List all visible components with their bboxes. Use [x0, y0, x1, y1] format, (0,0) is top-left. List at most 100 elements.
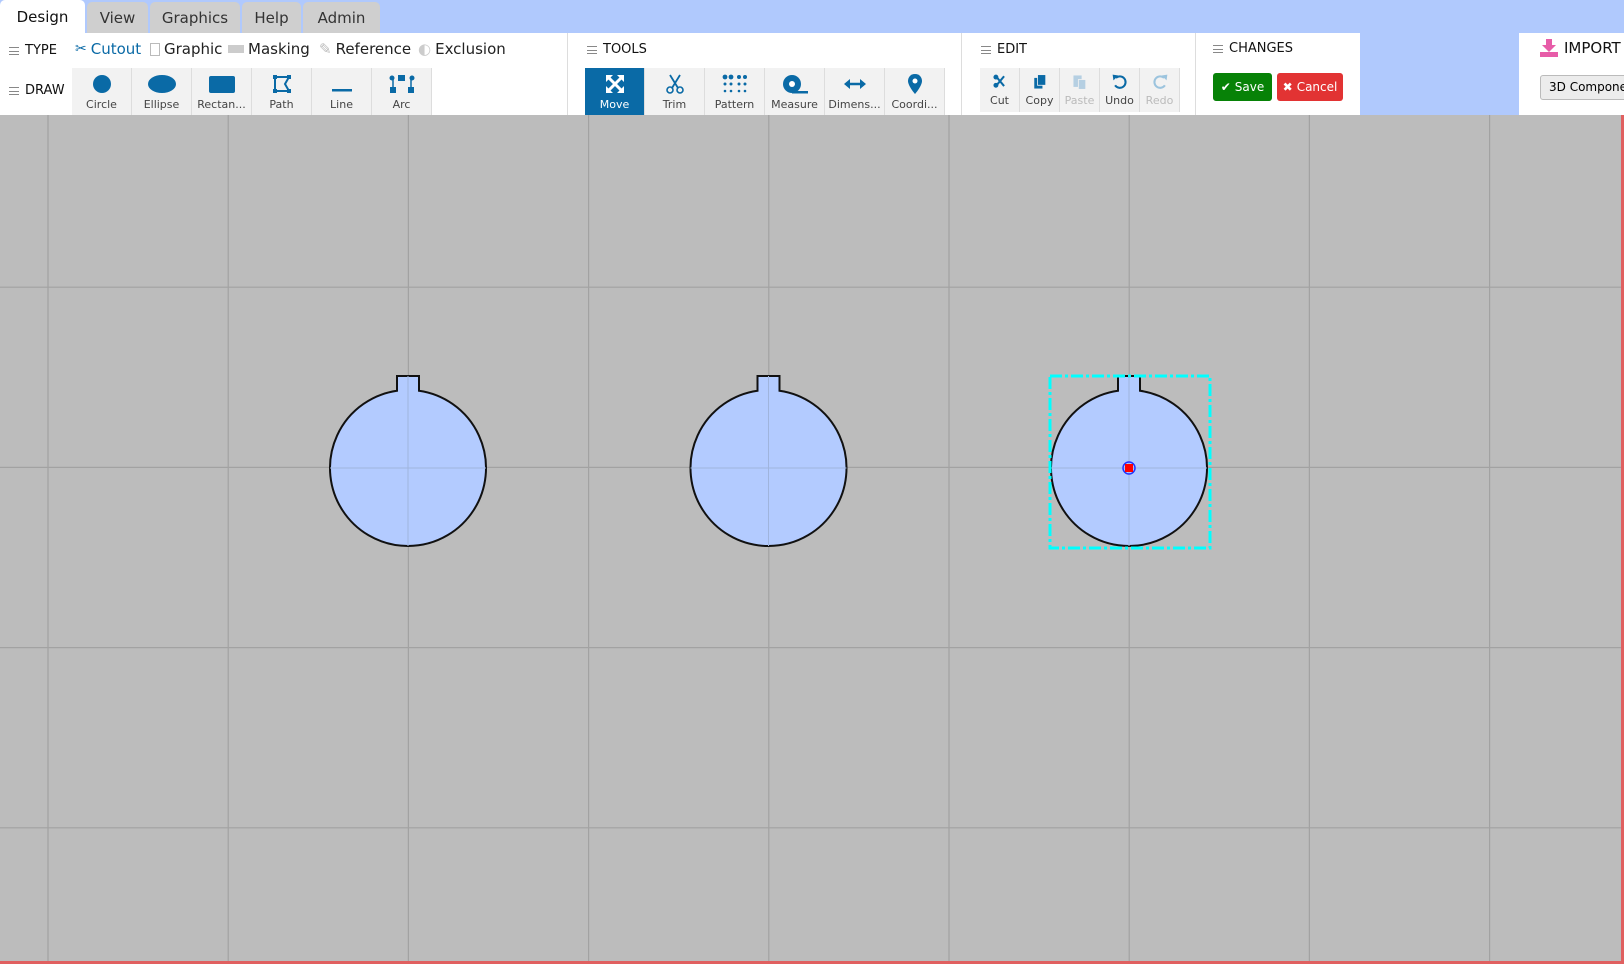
paste-icon [1072, 75, 1086, 90]
tool-coordinate-button[interactable]: Coordi... [885, 68, 945, 115]
changes-section-header: CHANGES [1213, 41, 1293, 56]
tape-measure-icon [782, 75, 808, 94]
btn-label: Dimens... [828, 98, 881, 111]
draw-label: DRAW [25, 83, 65, 98]
save-button[interactable]: ✔ Save [1213, 73, 1272, 101]
btn-label: Circle [86, 98, 117, 111]
divider [567, 33, 568, 115]
draw-arc-button[interactable]: Arc [372, 68, 432, 115]
cancel-button[interactable]: ✖ Cancel [1277, 73, 1343, 101]
tools-section-header: TOOLS [587, 42, 647, 57]
tab-graphics[interactable]: Graphics [150, 2, 240, 33]
type-reference-label: Reference [335, 40, 412, 58]
menu-icon [587, 45, 597, 54]
btn-label: Arc [392, 98, 411, 111]
rectangle-icon [208, 76, 235, 93]
circle-icon [92, 75, 111, 93]
btn-label: Ellipse [143, 98, 180, 111]
file-image-icon [150, 42, 160, 56]
undo-icon [1112, 74, 1127, 89]
btn-label: Pattern [714, 98, 755, 111]
tab-help[interactable]: Help [242, 2, 301, 33]
type-exclusion-label: Exclusion [435, 40, 506, 58]
type-label: TYPE [25, 43, 57, 58]
tool-pattern-button[interactable]: Pattern [705, 68, 765, 115]
btn-label: Undo [1105, 94, 1134, 107]
btn-label: Trim [662, 98, 687, 111]
import-section-header: IMPORT [1540, 39, 1621, 57]
tool-move-button[interactable]: Move [585, 68, 645, 115]
move-icon [605, 74, 624, 94]
menu-icon [981, 45, 991, 54]
scissors-icon [992, 74, 1005, 88]
design-canvas[interactable] [0, 115, 1624, 964]
copy-icon [1033, 74, 1046, 89]
center-handle-square[interactable] [1125, 464, 1133, 472]
draw-ellipse-button[interactable]: Ellipse [132, 68, 192, 115]
draw-line-button[interactable]: Line [312, 68, 372, 115]
type-graphic[interactable]: Graphic [150, 40, 222, 58]
tab-admin[interactable]: Admin [303, 2, 380, 33]
edit-redo-button[interactable]: Redo [1140, 68, 1180, 112]
edit-cut-button[interactable]: Cut [980, 68, 1020, 112]
type-cutout[interactable]: ✂ Cutout [75, 40, 141, 58]
3d-component-button[interactable]: 3D Componen [1540, 75, 1624, 100]
draw-section-header: DRAW [9, 83, 65, 98]
type-reference[interactable]: ✎ Reference [319, 40, 411, 58]
type-cutout-label: Cutout [90, 40, 142, 58]
check-icon: ✔ [1220, 80, 1231, 94]
changes-label: CHANGES [1229, 41, 1294, 56]
btn-label: Cut [990, 94, 1009, 107]
arc-icon [389, 75, 414, 93]
dimension-arrow-icon [843, 79, 866, 89]
redo-icon [1152, 74, 1167, 89]
type-masking[interactable]: Masking [228, 40, 310, 58]
tool-dimension-button[interactable]: Dimens... [825, 68, 885, 115]
import-label: IMPORT [1564, 39, 1621, 57]
btn-label: Copy [1025, 94, 1054, 107]
save-label: Save [1234, 80, 1265, 94]
tools-label: TOOLS [603, 42, 647, 57]
scissors-icon: ✂ [75, 41, 87, 57]
edit-undo-button[interactable]: Undo [1100, 68, 1140, 112]
menu-icon [1213, 44, 1223, 53]
type-graphic-label: Graphic [164, 40, 223, 58]
ellipse-icon [147, 75, 176, 93]
btn-label: Redo [1145, 94, 1174, 107]
btn-label: Path [269, 98, 294, 111]
scissors-icon [665, 74, 684, 94]
edit-label: EDIT [997, 42, 1027, 57]
btn-label: Rectan... [197, 98, 246, 111]
tool-trim-button[interactable]: Trim [645, 68, 705, 115]
draw-path-button[interactable]: Path [252, 68, 312, 115]
type-masking-label: Masking [248, 40, 310, 58]
btn-label: Coordi... [891, 98, 938, 111]
btn-label: Move [599, 98, 630, 111]
btn-label: Measure [771, 98, 818, 111]
tab-view[interactable]: View [87, 2, 148, 33]
type-exclusion[interactable]: ◐ Exclusion [418, 40, 506, 58]
download-icon [1540, 39, 1558, 57]
tool-measure-button[interactable]: Measure [765, 68, 825, 115]
half-circle-icon: ◐ [418, 40, 432, 58]
pattern-icon [722, 74, 747, 93]
divider [961, 33, 962, 115]
tab-design[interactable]: Design [0, 0, 85, 33]
draw-rectangle-button[interactable]: Rectan... [192, 68, 252, 115]
type-section-header: TYPE [9, 43, 57, 58]
close-icon: ✖ [1282, 80, 1293, 94]
edit-paste-button[interactable]: Paste [1060, 68, 1100, 112]
line-icon [331, 89, 352, 92]
cancel-label: Cancel [1296, 80, 1338, 94]
edit-section-header: EDIT [981, 42, 1027, 57]
menu-icon [9, 46, 19, 55]
menu-icon [9, 86, 19, 95]
edit-icon: ✎ [319, 40, 332, 58]
map-pin-icon [907, 74, 922, 94]
divider [1195, 33, 1196, 115]
btn-label: Paste [1064, 94, 1095, 107]
edit-copy-button[interactable]: Copy [1020, 68, 1060, 112]
draw-circle-button[interactable]: Circle [72, 68, 132, 115]
btn-label: Line [330, 98, 353, 111]
masking-icon [228, 45, 244, 53]
